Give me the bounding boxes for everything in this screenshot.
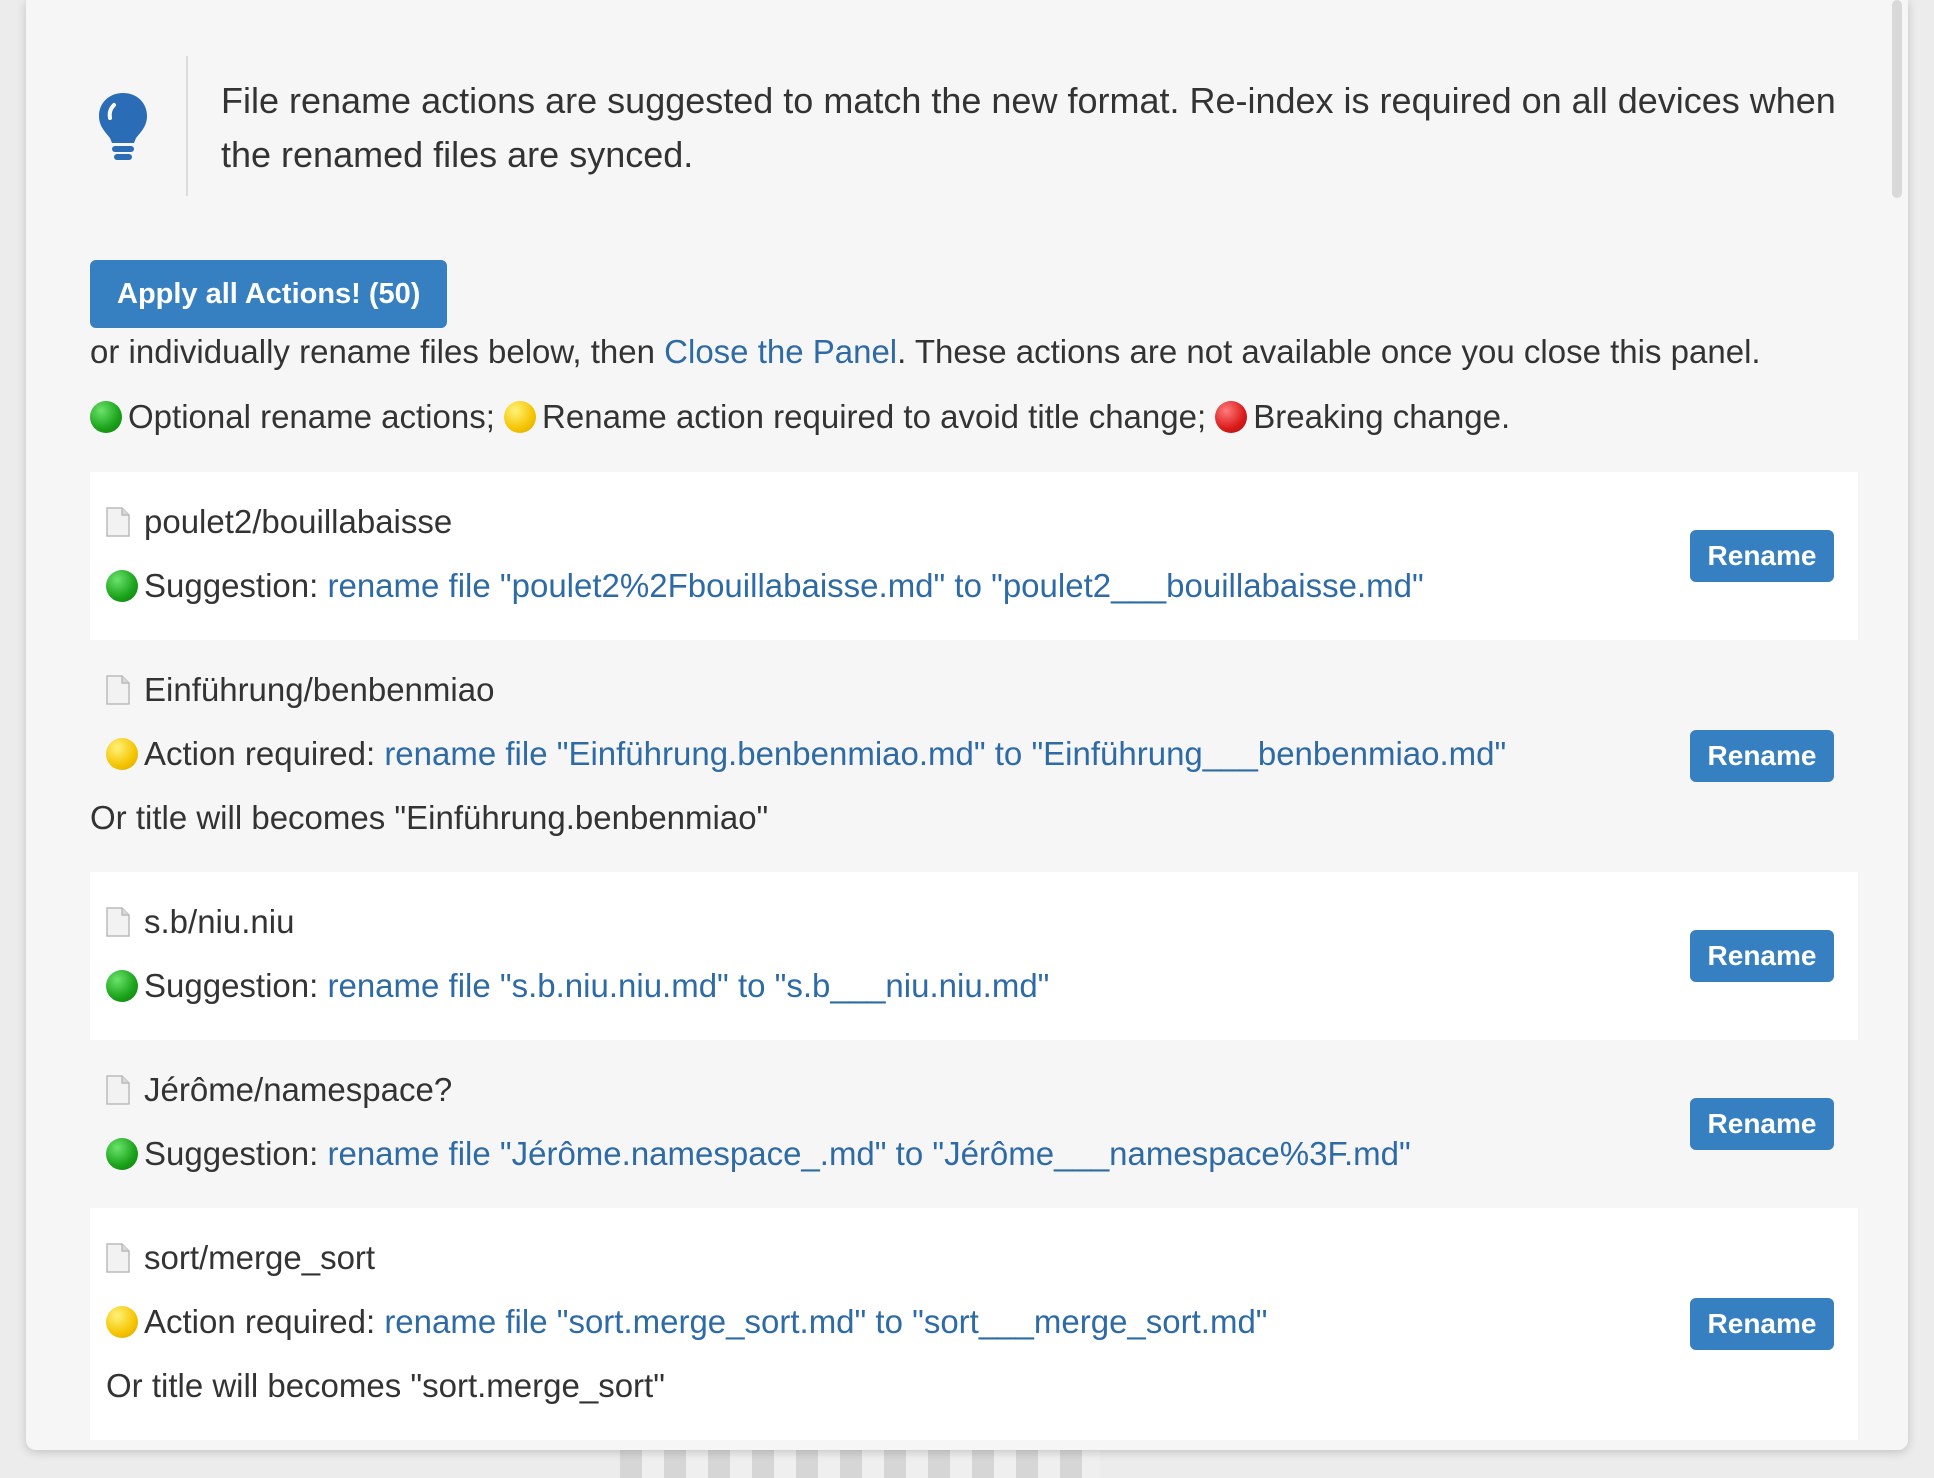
green-dot-icon [90,401,122,433]
action-required-line: Action required: rename file "Einführung… [106,732,1506,776]
list-item: sort/merge_sort Action required: rename … [90,1208,1858,1440]
document-icon [106,675,130,705]
lightbulb-icon [99,93,147,160]
legend: Optional rename actions; Rename action r… [90,395,1510,439]
title-change-note: Or title will becomes "sort.merge_sort" [106,1367,665,1404]
file-title-text: s.b/niu.niu [144,903,295,940]
instructions-suffix: . These actions are not available once y… [897,333,1761,370]
rename-action-link[interactable]: rename file "sort.merge_sort.md" to "sor… [384,1303,1267,1340]
file-title: poulet2/bouillabaisse [106,500,452,544]
scrollbar-thumb[interactable] [1892,0,1902,198]
document-icon [106,1243,130,1273]
callout-divider [186,56,188,196]
suggestion-line: Suggestion: rename file "Jérôme.namespac… [106,1132,1411,1176]
rename-action-link[interactable]: rename file "Jérôme.namespace_.md" to "J… [327,1135,1410,1172]
list-item: poulet2/bouillabaisse Suggestion: rename… [90,472,1858,640]
document-icon [106,507,130,537]
suggestion-line: Suggestion: rename file "poulet2%2Fbouil… [106,564,1424,608]
yellow-dot-icon [106,738,138,770]
close-panel-link[interactable]: Close the Panel [664,333,897,370]
document-icon [106,1075,130,1105]
action-required-line: Action required: rename file "sort.merge… [106,1300,1268,1344]
callout-text: File rename actions are suggested to mat… [221,80,1836,175]
list-item: s.b/niu.niu Suggestion: rename file "s.b… [90,872,1858,1040]
instructions-text: or individually rename files below, then… [90,330,1761,374]
yellow-dot-icon [106,1306,138,1338]
suggestion-label: Suggestion: [144,1135,319,1172]
legend-optional: Optional rename actions; [128,398,495,435]
file-title: sort/merge_sort [106,1236,375,1280]
green-dot-icon [106,970,138,1002]
yellow-dot-icon [504,401,537,433]
list-item: Jérôme/namespace? Suggestion: rename fil… [90,1040,1858,1208]
apply-all-button[interactable]: Apply all Actions! (50) [90,260,448,328]
rename-button[interactable]: Rename [1690,930,1834,982]
suggestion-line: Suggestion: rename file "s.b.niu.niu.md"… [106,964,1049,1008]
file-rename-panel: File rename actions are suggested to mat… [26,0,1908,1450]
suggestion-label: Suggestion: [144,967,319,1004]
file-title-text: Einführung/benbenmiao [144,671,495,708]
rename-action-link[interactable]: rename file "Einführung.benbenmiao.md" t… [384,735,1506,772]
rename-action-link[interactable]: rename file "poulet2%2Fbouillabaisse.md"… [327,567,1423,604]
instructions-prefix: or individually rename files below, then [90,333,665,370]
action-required-label: Action required: [144,1303,376,1340]
file-title-text: Jérôme/namespace? [144,1071,453,1108]
legend-required: Rename action required to avoid title ch… [542,398,1207,435]
title-change-note: Or title will becomes "Einführung.benben… [90,799,769,836]
green-dot-icon [106,1138,138,1170]
rename-button[interactable]: Rename [1690,530,1834,582]
file-title: Jérôme/namespace? [106,1068,452,1112]
rename-button[interactable]: Rename [1690,1098,1834,1150]
tip-callout: File rename actions are suggested to mat… [26,56,1886,196]
file-title-text: sort/merge_sort [144,1239,376,1276]
file-title: s.b/niu.niu [106,900,294,944]
file-title: Einführung/benbenmiao [106,668,494,712]
rename-button[interactable]: Rename [1690,1298,1834,1350]
scrollbar[interactable] [1892,0,1902,1450]
legend-breaking: Breaking change. [1253,398,1511,435]
file-title-text: poulet2/bouillabaisse [144,503,453,540]
suggestion-label: Suggestion: [144,567,319,604]
document-icon [106,907,130,937]
action-required-label: Action required: [144,735,376,772]
red-dot-icon [1215,401,1248,433]
rename-button[interactable]: Rename [1690,730,1834,782]
list-item: Einführung/benbenmiao Action required: r… [90,640,1858,872]
green-dot-icon [106,570,138,602]
rename-action-link[interactable]: rename file "s.b.niu.niu.md" to "s.b___n… [327,967,1049,1004]
